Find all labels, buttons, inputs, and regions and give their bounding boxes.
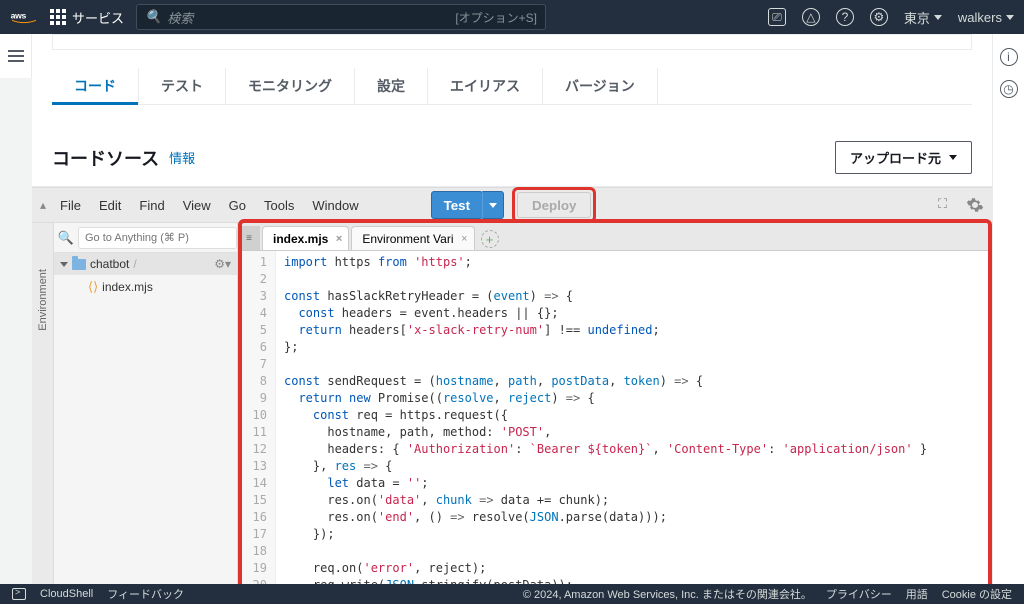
close-icon[interactable]: × — [461, 233, 467, 245]
chevron-down-icon — [489, 203, 497, 208]
help-icon[interactable]: ? — [836, 8, 854, 26]
menu-view[interactable]: View — [175, 194, 219, 217]
tab-monitoring[interactable]: モニタリング — [226, 68, 355, 104]
search-icon: 🔍 — [145, 9, 161, 25]
clock-icon[interactable]: ◷ — [1000, 80, 1018, 98]
folder-name: chatbot — [90, 257, 129, 271]
tree-file-item[interactable]: ⟨⟩ index.mjs — [82, 275, 237, 299]
privacy-link[interactable]: プライバシー — [826, 586, 892, 602]
deploy-button[interactable]: Deploy — [517, 192, 591, 218]
editor-area: ≡ index.mjs× Environment Vari× + 1 2 3 4… — [238, 223, 992, 584]
svg-text:aws: aws — [11, 10, 27, 20]
collapse-icon[interactable]: ▴ — [40, 198, 46, 212]
menu-window[interactable]: Window — [304, 194, 366, 217]
tab-handle-icon[interactable]: ≡ — [238, 226, 260, 250]
tab-version[interactable]: バージョン — [543, 68, 658, 104]
main-content: コード テスト モニタリング 設定 エイリアス バージョン コードソース 情報 … — [32, 34, 992, 584]
goto-anything-input[interactable] — [78, 227, 237, 249]
grid-icon — [50, 9, 66, 25]
left-nav-strip — [0, 34, 32, 78]
code-text[interactable]: import https from 'https'; const hasSlac… — [276, 251, 935, 584]
editor-tab-bar: ≡ index.mjs× Environment Vari× + — [238, 223, 992, 251]
settings-icon[interactable]: ⚙ — [870, 8, 888, 26]
search-hint: [オプション+S] — [455, 9, 537, 26]
info-link[interactable]: 情報 — [169, 148, 195, 167]
bottom-bar: CloudShell フィードバック © 2024, Amazon Web Se… — [0, 584, 1024, 604]
folder-icon — [72, 259, 86, 270]
code-source-title: コードソース — [52, 145, 159, 171]
menu-go[interactable]: Go — [221, 194, 254, 217]
ide-left-tab-strip: Environment — [32, 223, 54, 584]
menu-find[interactable]: Find — [131, 194, 172, 217]
file-name: index.mjs — [102, 280, 153, 294]
ide-file-browser: 🔍 chatbot / ⚙▾ ⟨⟩ index.mjs — [54, 223, 238, 584]
info-icon[interactable]: i — [1000, 48, 1018, 66]
chevron-down-icon — [1006, 15, 1014, 20]
region-selector[interactable]: 東京 — [904, 8, 942, 27]
aws-logo[interactable]: aws — [10, 9, 38, 25]
tab-alias[interactable]: エイリアス — [428, 68, 543, 104]
editor-tab-index[interactable]: index.mjs× — [262, 226, 349, 250]
environment-tab[interactable]: Environment — [35, 263, 51, 337]
upload-from-button[interactable]: アップロード元 — [835, 141, 972, 174]
tab-config[interactable]: 設定 — [355, 68, 428, 104]
search-placeholder: 検索 — [167, 8, 193, 27]
ide-toolbar: ▴ File Edit Find View Go Tools Window Te… — [32, 187, 992, 223]
test-button[interactable]: Test — [431, 191, 483, 219]
tab-code[interactable]: コード — [52, 68, 139, 104]
feedback-link[interactable]: フィードバック — [107, 586, 184, 602]
close-icon[interactable]: × — [336, 233, 342, 245]
code-editor[interactable]: 1 2 3 4 5 6 7 8 9 10 11 12 13 14 15 16 1… — [238, 251, 992, 584]
menu-file[interactable]: File — [52, 194, 89, 217]
hamburger-icon[interactable] — [8, 50, 24, 62]
right-help-strip: i ◷ — [992, 34, 1024, 584]
gear-icon[interactable] — [966, 196, 984, 214]
services-menu[interactable]: サービス — [50, 8, 124, 27]
tree-root-folder[interactable]: chatbot / ⚙▾ — [54, 253, 237, 275]
menu-tools[interactable]: Tools — [256, 194, 302, 217]
cookie-link[interactable]: Cookie の設定 — [942, 586, 1012, 602]
tab-test[interactable]: テスト — [139, 68, 226, 104]
line-gutter: 1 2 3 4 5 6 7 8 9 10 11 12 13 14 15 16 1… — [238, 251, 276, 584]
add-tab-button[interactable]: + — [481, 230, 499, 248]
search-icon[interactable]: 🔍 — [54, 230, 78, 246]
gear-icon[interactable]: ⚙▾ — [214, 257, 231, 271]
fullscreen-icon[interactable]: ⛶ — [938, 196, 956, 214]
editor-tab-env[interactable]: Environment Vari× — [351, 226, 474, 250]
top-spacer-panel — [52, 34, 972, 50]
cloudshell-icon[interactable] — [12, 588, 26, 600]
aws-top-bar: aws サービス 🔍 検索 [オプション+S] ⎚ △ ? ⚙ 東京 walke… — [0, 0, 1024, 34]
deploy-highlight: Deploy — [512, 187, 596, 223]
services-label: サービス — [72, 8, 124, 27]
menu-edit[interactable]: Edit — [91, 194, 129, 217]
cloudshell-link[interactable]: CloudShell — [40, 588, 93, 600]
global-search-input[interactable]: 🔍 検索 [オプション+S] — [136, 4, 546, 30]
file-icon: ⟨⟩ — [88, 279, 98, 295]
notifications-icon[interactable]: △ — [802, 8, 820, 26]
copyright-text: © 2024, Amazon Web Services, Inc. またはその関… — [523, 586, 812, 602]
chevron-down-icon — [60, 262, 68, 267]
test-dropdown[interactable] — [482, 191, 504, 219]
chevron-down-icon — [949, 155, 957, 160]
chevron-down-icon — [934, 15, 942, 20]
cloudshell-icon[interactable]: ⎚ — [768, 8, 786, 26]
terms-link[interactable]: 用語 — [906, 586, 928, 602]
code-source-header: コードソース 情報 アップロード元 — [32, 125, 992, 187]
ide-body: Environment 🔍 chatbot / ⚙▾ ⟨⟩ index.mjs — [32, 223, 992, 584]
function-tabs: コード テスト モニタリング 設定 エイリアス バージョン — [52, 68, 972, 105]
account-menu[interactable]: walkers — [958, 10, 1014, 25]
